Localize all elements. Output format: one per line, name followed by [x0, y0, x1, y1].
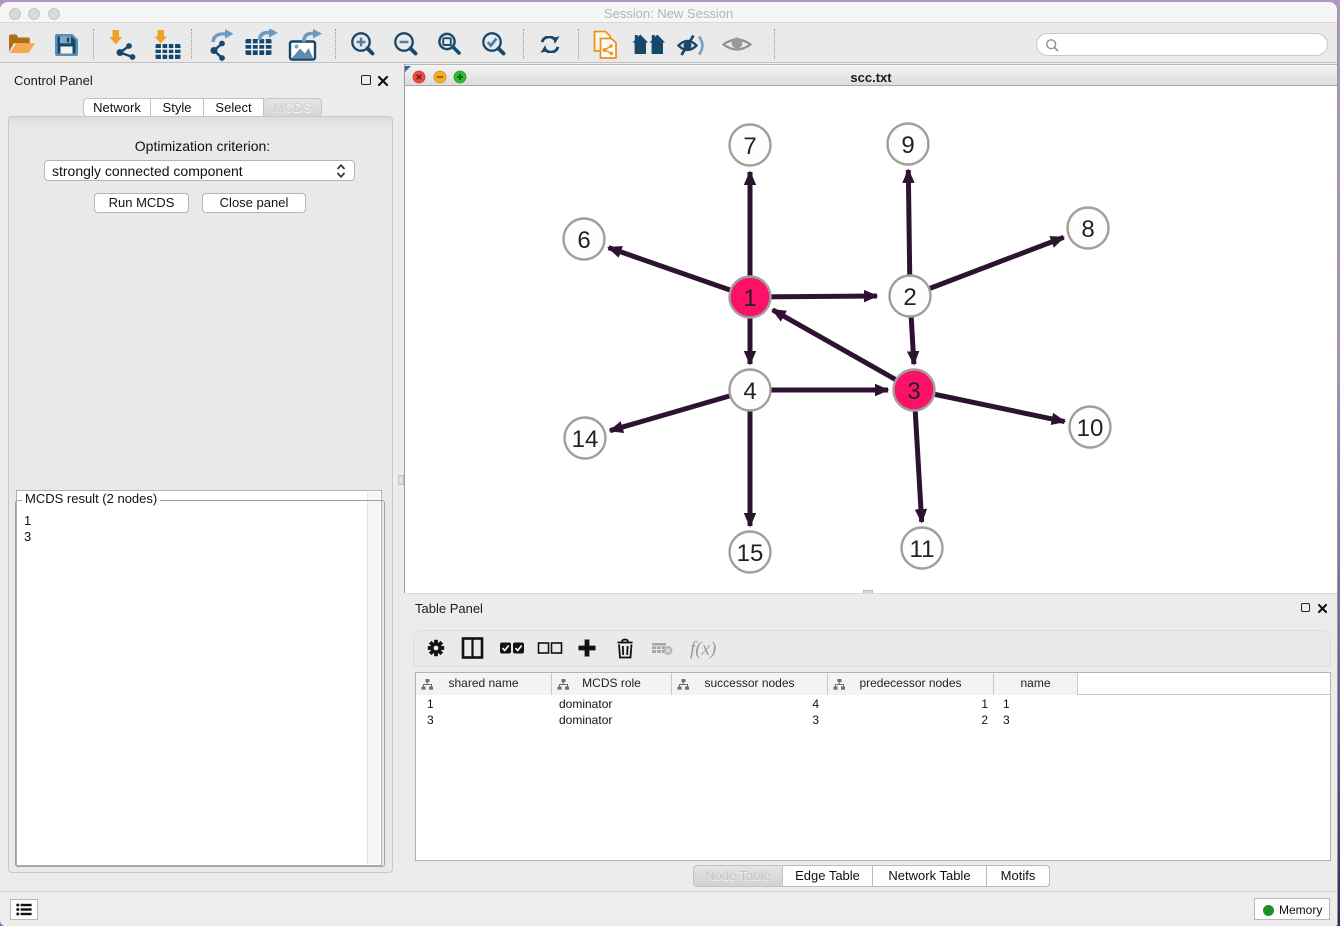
svg-text:3: 3: [907, 378, 920, 405]
svg-text:7: 7: [743, 133, 756, 160]
svg-text:4: 4: [743, 378, 756, 405]
svg-text:10: 10: [1077, 415, 1104, 442]
svg-text:9: 9: [901, 132, 914, 159]
svg-text:f(x): f(x): [690, 639, 716, 660]
svg-text:1: 1: [743, 285, 756, 312]
svg-text:6: 6: [577, 227, 590, 254]
svg-text:15: 15: [737, 540, 764, 567]
svg-text:2: 2: [903, 284, 916, 311]
svg-text:8: 8: [1081, 216, 1094, 243]
svg-text:14: 14: [572, 426, 599, 453]
svg-text:11: 11: [910, 536, 935, 563]
